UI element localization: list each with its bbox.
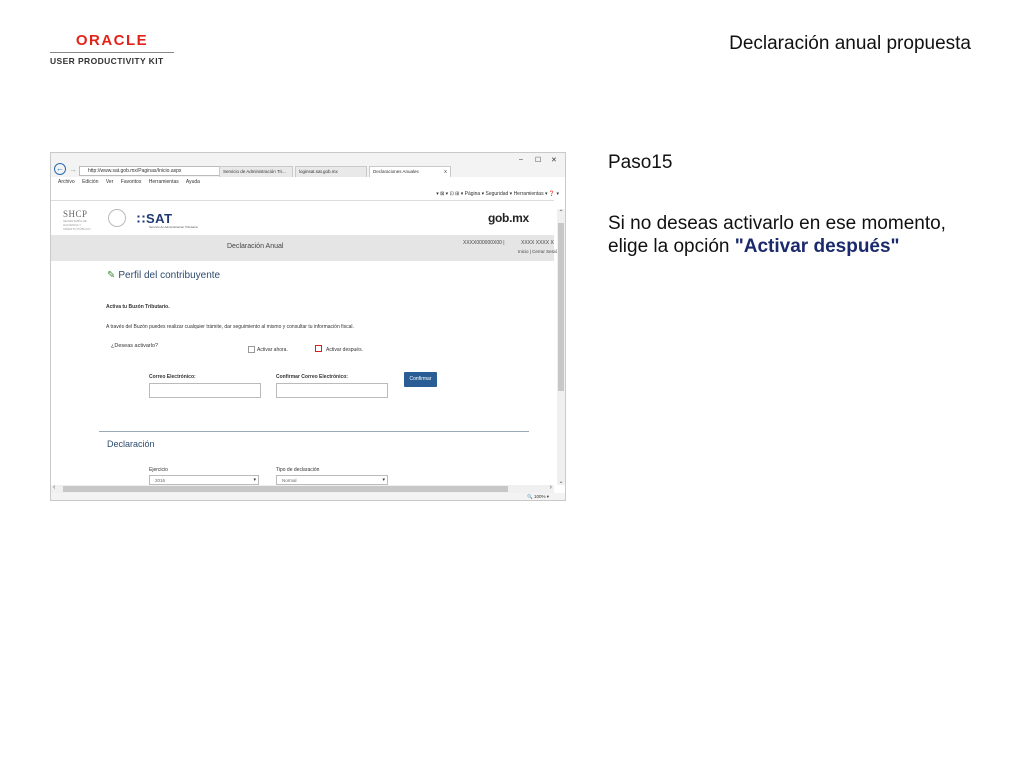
oracle-logo-text: ORACLE <box>75 32 149 49</box>
back-arrow-icon[interactable]: ← <box>54 163 66 175</box>
maximize-icon[interactable]: ☐ <box>535 156 541 164</box>
scroll-left-icon[interactable]: ‹ <box>53 484 55 491</box>
activar-ahora-checkbox[interactable] <box>248 346 255 353</box>
status-bar: 🔍 100% ▾ <box>51 493 565 500</box>
chevron-down-icon: ▾ <box>382 477 385 483</box>
horizontal-scroll-thumb[interactable] <box>63 486 508 492</box>
declaracion-heading: Declaración <box>107 439 155 449</box>
instruction-text: Si no deseas activarlo en ese momento, e… <box>608 212 988 258</box>
menu-herramientas[interactable]: Herramientas <box>149 179 179 185</box>
activar-despues-checkbox[interactable] <box>315 345 322 352</box>
confirm-email-field[interactable] <box>276 383 388 398</box>
section-divider <box>99 431 529 432</box>
logo-divider <box>50 52 174 53</box>
menu-ayuda[interactable]: Ayuda <box>186 179 200 185</box>
sat-dots-icon <box>136 213 146 224</box>
buzon-description: A través del Buzón puedes realizar cualq… <box>106 324 354 330</box>
menu-ver[interactable]: Ver <box>106 179 114 185</box>
document-title: Declaración anual propuesta <box>729 33 971 54</box>
chevron-down-icon: ▾ <box>253 477 256 483</box>
browser-screenshot: ← → http://www.sat.gob.mx/Paginas/Inicio… <box>50 152 566 501</box>
scroll-up-icon[interactable]: ⌃ <box>557 209 565 216</box>
rfc-text: XXXX000000X00 | <box>463 240 505 246</box>
vertical-scrollbar[interactable]: ⌃ ⌄ <box>557 209 565 485</box>
instruction-option: "Activar después" <box>734 236 900 257</box>
tipo-select[interactable]: Normal ▾ <box>276 475 388 485</box>
tipo-label: Tipo de declaración <box>276 467 320 473</box>
scroll-down-icon[interactable]: ⌄ <box>557 478 565 485</box>
command-bar[interactable]: ▾ ⊠ ▾ ⊡ ⊞ ▾ Página ▾ Seguridad ▾ Herrami… <box>436 191 559 197</box>
tab-close-icon[interactable]: X <box>444 169 447 174</box>
session-links[interactable]: Inicio | Cerrar Sesió <box>518 249 557 254</box>
menu-bar: Archivo Edición Ver Favoritos Herramient… <box>51 179 565 189</box>
confirmar-button[interactable]: Confirmar <box>404 372 437 387</box>
email-field[interactable] <box>149 383 261 398</box>
zoom-level[interactable]: 🔍 100% ▾ <box>527 494 549 500</box>
tab-login[interactable]: loginsat.sat.gob.mx <box>295 166 367 177</box>
sat-logo: SAT Servicio de Administración Tributari… <box>136 211 198 229</box>
activar-ahora-label[interactable]: Activar ahora. <box>257 347 288 353</box>
edit-icon: ✎ <box>107 270 116 281</box>
user-name: XXXX XXXX X <box>521 240 554 246</box>
ejercicio-select[interactable]: 2016 ▾ <box>149 475 259 485</box>
perfil-heading: ✎ Perfil del contribuyente <box>107 270 221 281</box>
buzon-title: Activa tu Buzón Tributario. <box>106 304 170 310</box>
web-page: SHCP SECRETARÍA DE HACIENDA Y CRÉDITO PÚ… <box>51 201 557 486</box>
shcp-logo: SHCP SECRETARÍA DE HACIENDA Y CRÉDITO PÚ… <box>63 209 91 231</box>
email-label: Correo Electrónico: <box>149 374 196 380</box>
menu-archivo[interactable]: Archivo <box>58 179 75 185</box>
activate-question: ¿Deseas activarlo? <box>111 343 159 349</box>
step-label: Paso15 <box>608 152 673 173</box>
address-url: http://www.sat.gob.mx/Paginas/Inicio.asp… <box>88 168 182 174</box>
activar-despues-label[interactable]: Activar después. <box>326 347 363 353</box>
forward-arrow-icon[interactable]: → <box>69 165 77 174</box>
confirm-email-label: Confirmar Correo Electrónico: <box>276 374 348 380</box>
gob-mx-logo: gob.mx <box>488 211 529 225</box>
section-title: Declaración Anual <box>227 243 284 250</box>
scroll-right-icon[interactable]: › <box>550 484 552 491</box>
oracle-upk-logo: ORACLE USER PRODUCTIVITY KIT <box>50 33 174 66</box>
close-window-icon[interactable]: ✕ <box>551 156 557 164</box>
ejercicio-label: Ejercicio <box>149 467 168 473</box>
section-bar: Declaración Anual XXXX000000X00 | XXXX X… <box>51 235 557 261</box>
upk-logo-text: USER PRODUCTIVITY KIT <box>50 56 164 66</box>
emblem-icon <box>108 209 126 227</box>
browser-titlebar: ← → http://www.sat.gob.mx/Paginas/Inicio… <box>51 153 565 177</box>
vertical-scroll-thumb[interactable] <box>558 223 564 391</box>
menu-favoritos[interactable]: Favoritos <box>121 179 142 185</box>
tab-declaraciones[interactable]: Declaraciones Anuales X <box>369 166 451 177</box>
minimize-icon[interactable]: – <box>519 156 523 163</box>
menu-edicion[interactable]: Edición <box>82 179 98 185</box>
horizontal-scrollbar[interactable]: ‹ › <box>51 484 554 493</box>
tab-sat[interactable]: Servicio de Administración Tri... <box>219 166 293 177</box>
